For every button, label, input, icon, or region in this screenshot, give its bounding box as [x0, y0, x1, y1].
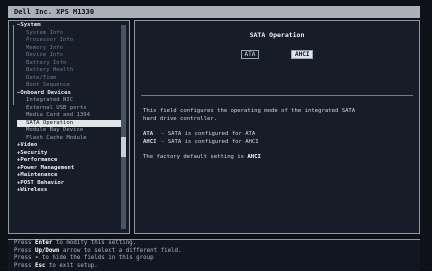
menu-item-boot-sequence[interactable]: Boot Sequence — [17, 82, 127, 90]
help-line: Press Up/Down arrow to select a differen… — [8, 248, 420, 256]
description-line: This field configures the operating mode… — [143, 108, 356, 114]
help-line: Press - to hide the fields in this group — [8, 255, 420, 263]
help-text: to hide the fields in this group — [38, 255, 154, 261]
mode-text: - SATA is configured for ATA — [161, 131, 256, 137]
mode-row: AHCI - SATA is configured for AHCI — [143, 139, 411, 147]
menu-item-system[interactable]: −System — [17, 22, 127, 30]
mode-row: ATA - SATA is configured for ATA — [143, 131, 411, 139]
expand-icon[interactable]: + — [17, 172, 20, 178]
setting-title: SATA Operation — [249, 31, 305, 39]
help-text: Press — [14, 255, 35, 261]
scrollbar-thumb[interactable] — [121, 137, 126, 157]
setting-options: ATA AHCI — [135, 50, 419, 59]
expand-icon[interactable]: + — [17, 187, 20, 193]
help-line: Press Esc to exit setup. — [8, 263, 420, 271]
menu-item-external-usb-ports[interactable]: External USB ports — [17, 105, 127, 113]
mode-text: - SATA is configured for AHCI — [161, 138, 259, 145]
menu-item-module-bay-device[interactable]: Module Bay Device — [17, 127, 127, 135]
expand-icon[interactable]: + — [17, 142, 20, 148]
bios-screen: Dell Inc. XPS M1330 −System System Info Pr… — [0, 0, 432, 271]
default-value: AHCI — [247, 154, 261, 160]
menu-item-maintenance[interactable]: +Maintenance — [17, 172, 127, 180]
help-text: to exit setup. — [45, 262, 98, 269]
setting-detail-panel: SATA Operation ATA AHCI This field confi… — [134, 20, 420, 234]
help-key: Esc — [34, 262, 46, 269]
menu-item-device-info[interactable]: Device Info — [17, 52, 127, 60]
menu-item-date-time[interactable]: Date/Time — [17, 75, 127, 83]
menu-item-memory-info[interactable]: Memory Info — [17, 45, 127, 53]
help-text: Press — [14, 247, 35, 254]
menu-item-integrated-nic[interactable]: Integrated NIC — [17, 97, 127, 105]
expand-icon[interactable]: + — [17, 180, 20, 186]
menu-item-flash-cache-module[interactable]: Flash Cache Module — [17, 135, 127, 143]
menu-item-system-info[interactable]: System Info — [17, 30, 127, 38]
help-key: Up/Down — [34, 247, 60, 254]
help-line: Press Enter to modify this setting. — [8, 240, 420, 248]
option-ata[interactable]: ATA — [240, 50, 260, 59]
option-ahci[interactable]: AHCI — [291, 50, 314, 59]
setting-description: This field configures the operating mode… — [143, 108, 411, 162]
help-footer: Press Enter to modify this setting. Press… — [8, 239, 420, 271]
expand-icon[interactable]: + — [17, 165, 20, 171]
menu-item-onboard-devices[interactable]: −Onboard Devices — [17, 90, 127, 98]
menu-item-security[interactable]: +Security — [17, 150, 127, 158]
expand-icon[interactable]: + — [17, 157, 20, 163]
description-line: hard drive controller. — [143, 115, 218, 122]
help-text: to modify this setting. — [52, 240, 137, 246]
help-text: arrow to select a different field. — [59, 247, 182, 254]
menu-item-battery-info[interactable]: Battery Info — [17, 60, 127, 68]
help-key: Enter — [34, 240, 53, 246]
menu-item-performance[interactable]: +Performance — [17, 157, 127, 165]
default-setting-note: The factory default setting is AHCI — [143, 154, 411, 162]
expand-icon[interactable]: + — [17, 150, 20, 156]
help-text: Press — [14, 240, 35, 246]
menu-item-battery-health[interactable]: Battery Health — [17, 67, 127, 75]
divider — [141, 95, 413, 96]
default-prefix: The factory default setting is — [143, 154, 245, 160]
menu-item-wireless[interactable]: +Wireless — [17, 187, 127, 195]
menu-item-post-behavior[interactable]: +POST Behavior — [17, 180, 127, 188]
settings-menu: −System System Info Processor Info Memory I… — [17, 22, 127, 195]
menu-item-power-management[interactable]: +Power Management — [17, 165, 127, 173]
mode-key: ATA — [143, 131, 154, 137]
menu-item-processor-info[interactable]: Processor Info — [17, 37, 127, 45]
help-text: Press — [14, 262, 35, 269]
menu-item-sata-operation[interactable]: SATA Operation — [17, 119, 121, 127]
menu-item-media-card-and-1394[interactable]: Media Card and 1394 — [17, 112, 127, 120]
settings-menu-panel: −System System Info Processor Info Memory I… — [8, 20, 130, 234]
tree-connector — [13, 25, 14, 105]
menu-scrollbar[interactable] — [121, 25, 126, 229]
menu-item-video[interactable]: +Video — [17, 142, 127, 150]
window-title: Dell Inc. XPS M1330 — [8, 6, 420, 18]
expand-icon[interactable]: − — [17, 90, 20, 96]
expand-icon[interactable]: − — [17, 22, 20, 28]
mode-key: AHCI — [143, 138, 157, 145]
